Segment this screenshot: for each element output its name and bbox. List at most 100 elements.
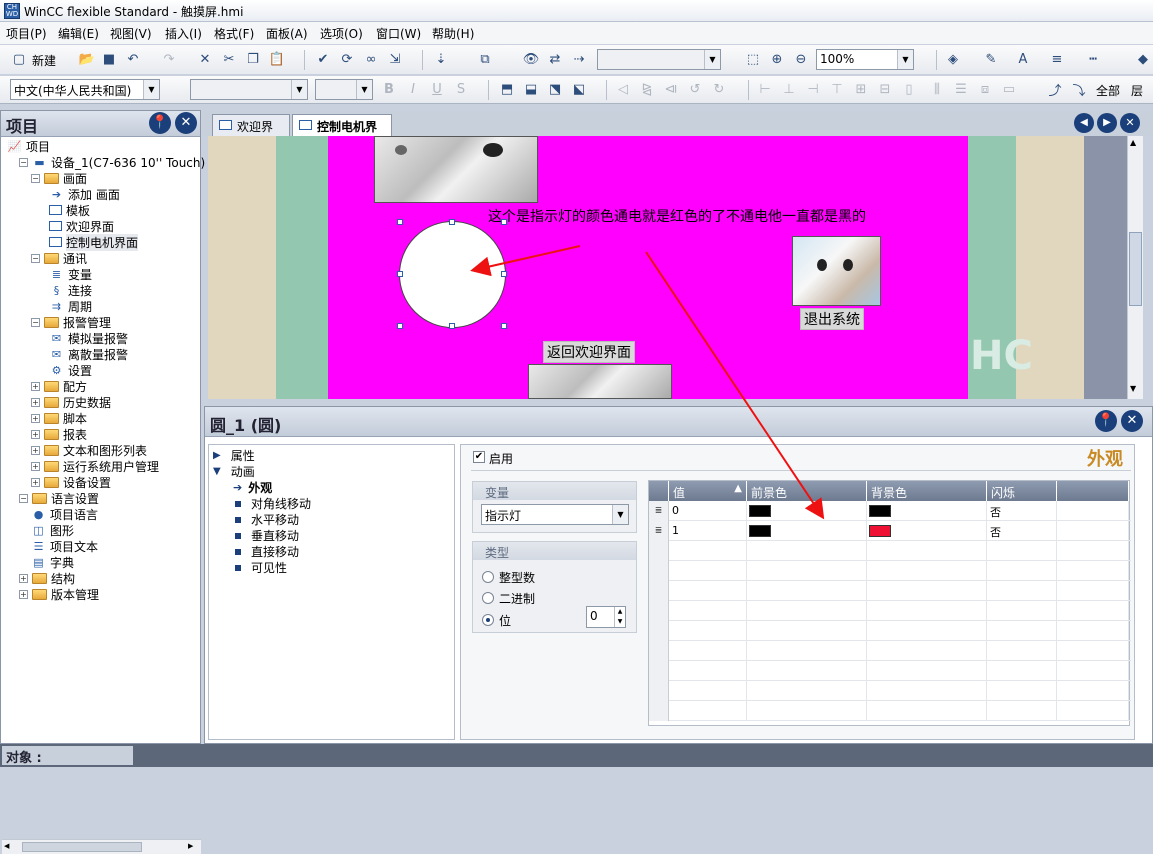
generate-icon[interactable]: ⧉ — [476, 50, 494, 68]
new-button-label[interactable]: 新建 — [32, 52, 56, 69]
expand-icon[interactable]: + — [31, 445, 40, 455]
italic-icon[interactable]: I — [404, 80, 422, 98]
align-left-icon[interactable]: ⊢ — [756, 80, 774, 98]
collapse-icon[interactable]: − — [19, 157, 28, 167]
canvas-vscroll[interactable]: ▲ ▼ — [1127, 136, 1143, 399]
resize-handle[interactable] — [501, 219, 507, 225]
more-icon[interactable]: ◆ — [1134, 50, 1152, 68]
back-to-welcome-button[interactable]: 返回欢迎界面 — [543, 341, 635, 363]
goto-icon[interactable]: ⇢ — [570, 50, 588, 68]
tree-item[interactable]: 控制电机界面 — [49, 233, 139, 251]
properties-nav-item[interactable]: ▼ 动画 — [213, 463, 255, 480]
flip-v-icon[interactable]: ⧏ — [662, 80, 680, 98]
cell-background-color[interactable] — [867, 501, 987, 521]
cut-icon[interactable]: ✂ — [220, 50, 238, 68]
tree-item[interactable]: ⇉ 周期 — [49, 298, 92, 314]
transfer-icon[interactable]: ⇲ — [386, 50, 404, 68]
redo-icon[interactable]: ↷ — [160, 50, 178, 68]
table-row[interactable]: ≣ 0 否 — [649, 501, 1131, 521]
tree-item[interactable]: 模板 — [49, 202, 90, 218]
indicator-circle[interactable] — [399, 221, 506, 328]
cell-blink[interactable]: 否 — [987, 521, 1057, 541]
tree-item[interactable]: + 脚本 — [31, 410, 87, 426]
collapse-icon[interactable]: − — [31, 253, 40, 263]
expand-icon[interactable]: + — [19, 589, 28, 599]
distribute-v-icon[interactable]: ☰ — [952, 80, 970, 98]
variable-combo[interactable]: 指示灯 ▼ — [481, 504, 629, 525]
cat-image-bottom[interactable] — [528, 364, 672, 399]
resize-handle[interactable] — [397, 323, 403, 329]
expand-icon[interactable]: + — [31, 429, 40, 439]
object-select[interactable]: ▼ — [597, 49, 721, 70]
menu-view[interactable]: 视图(V) — [110, 25, 152, 42]
col-header-blink[interactable]: 闪烁 — [987, 481, 1057, 501]
menu-format[interactable]: 格式(F) — [214, 25, 254, 42]
col-header-foreground[interactable]: 前景色 — [747, 481, 867, 501]
exit-system-button[interactable]: 退出系统 — [800, 308, 864, 330]
row-header[interactable]: ≣ — [649, 501, 669, 521]
tree-item[interactable]: ● 项目语言 — [31, 506, 98, 522]
open-icon[interactable]: 📂 — [78, 50, 96, 68]
layer-down-icon[interactable]: ⤵ — [1070, 80, 1088, 99]
cell-background-color[interactable] — [867, 521, 987, 541]
line-style-icon[interactable]: ┅ — [1084, 50, 1102, 68]
cell-value[interactable]: 1 — [669, 521, 747, 541]
rotate-right-icon[interactable]: ↻ — [710, 80, 728, 98]
tree-item[interactable]: + 运行系统用户管理 — [31, 458, 159, 474]
scroll-down-icon[interactable]: ▼ — [1130, 384, 1136, 393]
tree-item[interactable]: ≣ 变量 — [49, 266, 92, 282]
enable-checkbox[interactable]: ✔ — [473, 451, 485, 463]
copy-icon[interactable]: ❐ — [244, 50, 262, 68]
zoom-area-icon[interactable]: ⬚ — [744, 50, 762, 68]
type-int-radio[interactable] — [482, 571, 494, 583]
paste-icon[interactable]: 📋 — [268, 50, 286, 68]
tab-welcome-screen[interactable]: 欢迎界面 — [212, 114, 290, 151]
collapse-icon[interactable]: − — [31, 173, 40, 183]
bit-spinner[interactable]: 0 ▲ ▼ — [586, 606, 626, 628]
tree-item[interactable]: ▤ 字典 — [31, 554, 74, 570]
vscroll-thumb[interactable] — [1129, 232, 1142, 306]
expand-icon[interactable]: + — [19, 573, 28, 583]
menu-options[interactable]: 选项(O) — [320, 25, 363, 42]
same-height-icon[interactable]: ▭ — [1000, 80, 1018, 98]
menu-window[interactable]: 窗口(W) — [376, 25, 421, 42]
language-combo[interactable]: 中文(中华人民共和国) ▼ — [10, 79, 160, 100]
resize-handle[interactable] — [449, 323, 455, 329]
check-icon[interactable]: ✔ — [314, 50, 332, 68]
simulate-icon[interactable]: ∞ — [362, 50, 380, 68]
align-bottom-left-icon[interactable]: ⬔ — [546, 80, 564, 98]
same-width-icon[interactable]: ▯ — [900, 80, 918, 98]
properties-nav-item[interactable]: ▶ 属性 — [213, 447, 255, 464]
pin-icon[interactable]: 📍 — [149, 112, 171, 134]
font-size-combo[interactable]: ▼ — [315, 79, 373, 100]
tree-item[interactable]: ➔ 添加 画面 — [49, 186, 120, 202]
type-bit-radio[interactable] — [482, 614, 494, 626]
underline-icon[interactable]: U — [428, 80, 446, 98]
collapse-icon[interactable]: − — [31, 317, 40, 327]
col-header-value[interactable]: 值 ▲ — [669, 481, 747, 501]
pin-icon[interactable]: 📍 — [1095, 410, 1117, 432]
tree-item[interactable]: ☰ 项目文本 — [31, 538, 98, 554]
resize-handle[interactable] — [449, 219, 455, 225]
properties-nav-item[interactable]: 对角线移动 — [235, 495, 311, 512]
hscroll-thumb[interactable] — [22, 842, 142, 852]
scroll-up-icon[interactable]: ▲ — [1130, 138, 1136, 147]
tree-item[interactable]: + 报表 — [31, 426, 87, 442]
zoom-out-icon[interactable]: ⊖ — [792, 50, 810, 68]
expand-icon[interactable]: + — [31, 413, 40, 423]
compile-icon[interactable]: ⟳ — [338, 50, 356, 68]
align-right-icon[interactable]: ⊣ — [804, 80, 822, 98]
row-header[interactable]: ≣ — [649, 521, 669, 541]
tree-item[interactable]: + 结构 — [19, 570, 75, 586]
menu-help[interactable]: 帮助(H) — [432, 25, 474, 42]
align-top-left-icon[interactable]: ⬒ — [498, 80, 516, 98]
cell-empty[interactable] — [1057, 521, 1129, 541]
layer-up-icon[interactable]: ⤴ — [1046, 80, 1064, 99]
zoom-in-icon[interactable]: ⊕ — [768, 50, 786, 68]
tree-item[interactable]: ✉ 模拟量报警 — [49, 330, 128, 346]
tree-item[interactable]: + 版本管理 — [19, 586, 99, 602]
properties-nav-item[interactable]: ➔ 外观 — [233, 479, 272, 496]
cat-image-exit[interactable] — [792, 236, 881, 306]
close-editor-icon[interactable]: ✕ — [1120, 113, 1140, 133]
align-bottom-right-icon[interactable]: ⬕ — [570, 80, 588, 98]
